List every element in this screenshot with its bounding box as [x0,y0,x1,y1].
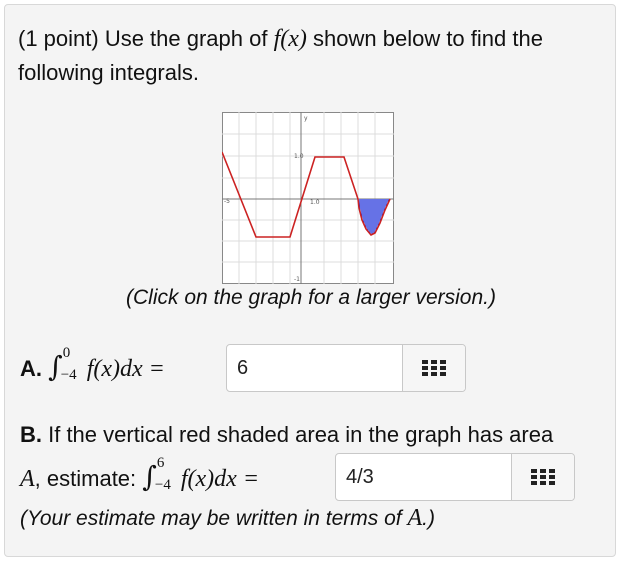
part-a-answer-value[interactable]: 6 [227,357,402,380]
part-b-upper-limit: 6 [156,455,165,472]
question-text: (1 point) Use the graph of f(x) shown be… [18,22,598,90]
graph-caption: (Click on the graph for a larger version… [126,286,496,309]
part-b-var-a: A [20,466,35,492]
function-name: f(x) [273,26,307,52]
part-b-line2: A, estimate: ∫ 6 −4 f(x)dx = [20,455,260,495]
note-var-a: A [407,505,423,531]
part-a-lower-limit: −4 [60,367,77,384]
function-graph[interactable]: y 1.0 -1 -5 1.0 [221,112,394,284]
y-bottom-tick-label: -1 [294,276,300,283]
note-text: (Your estimate may be written in terms o… [20,507,408,530]
note-close: .) [422,507,435,530]
question-prefix: (1 point) Use the graph of [18,26,274,51]
part-b-integrand: f(x)dx = [180,466,260,492]
part-b-text2: , estimate: [34,466,143,491]
part-a-integral: ∫ 0 −4 f(x)dx = [48,345,165,385]
part-b-lower-limit: −4 [154,477,171,494]
grid-keypad-icon [422,360,446,376]
x-mid-tick-label: 1.0 [310,199,320,206]
part-b-integral: ∫ 6 −4 f(x)dx = [142,455,260,495]
part-a: A. ∫ 0 −4 f(x)dx = [20,345,165,385]
part-b-text1: If the vertical red shaded area in the g… [42,422,554,447]
x-left-tick-label: -5 [224,198,230,205]
graph-svg: y 1.0 -1 -5 1.0 [221,112,394,284]
part-b-letter: B. [20,422,42,447]
y-top-tick-label: 1.0 [294,153,304,160]
part-b-answer-value[interactable]: 4/3 [336,466,511,489]
part-a-letter: A. [20,356,42,381]
part-a-integrand: f(x)dx = [86,356,165,382]
svg-text:y: y [304,115,308,122]
estimate-note: (Your estimate may be written in terms o… [20,505,435,532]
part-b-answer-field[interactable]: 4/3 [335,453,575,501]
part-a-upper-limit: 0 [62,345,71,362]
part-a-answer-field[interactable]: 6 [226,344,466,392]
grid-keypad-icon [531,469,555,485]
part-b-line1: B. If the vertical red shaded area in th… [20,422,553,448]
part-b-keypad-button[interactable] [511,454,574,500]
part-a-keypad-button[interactable] [402,345,465,391]
